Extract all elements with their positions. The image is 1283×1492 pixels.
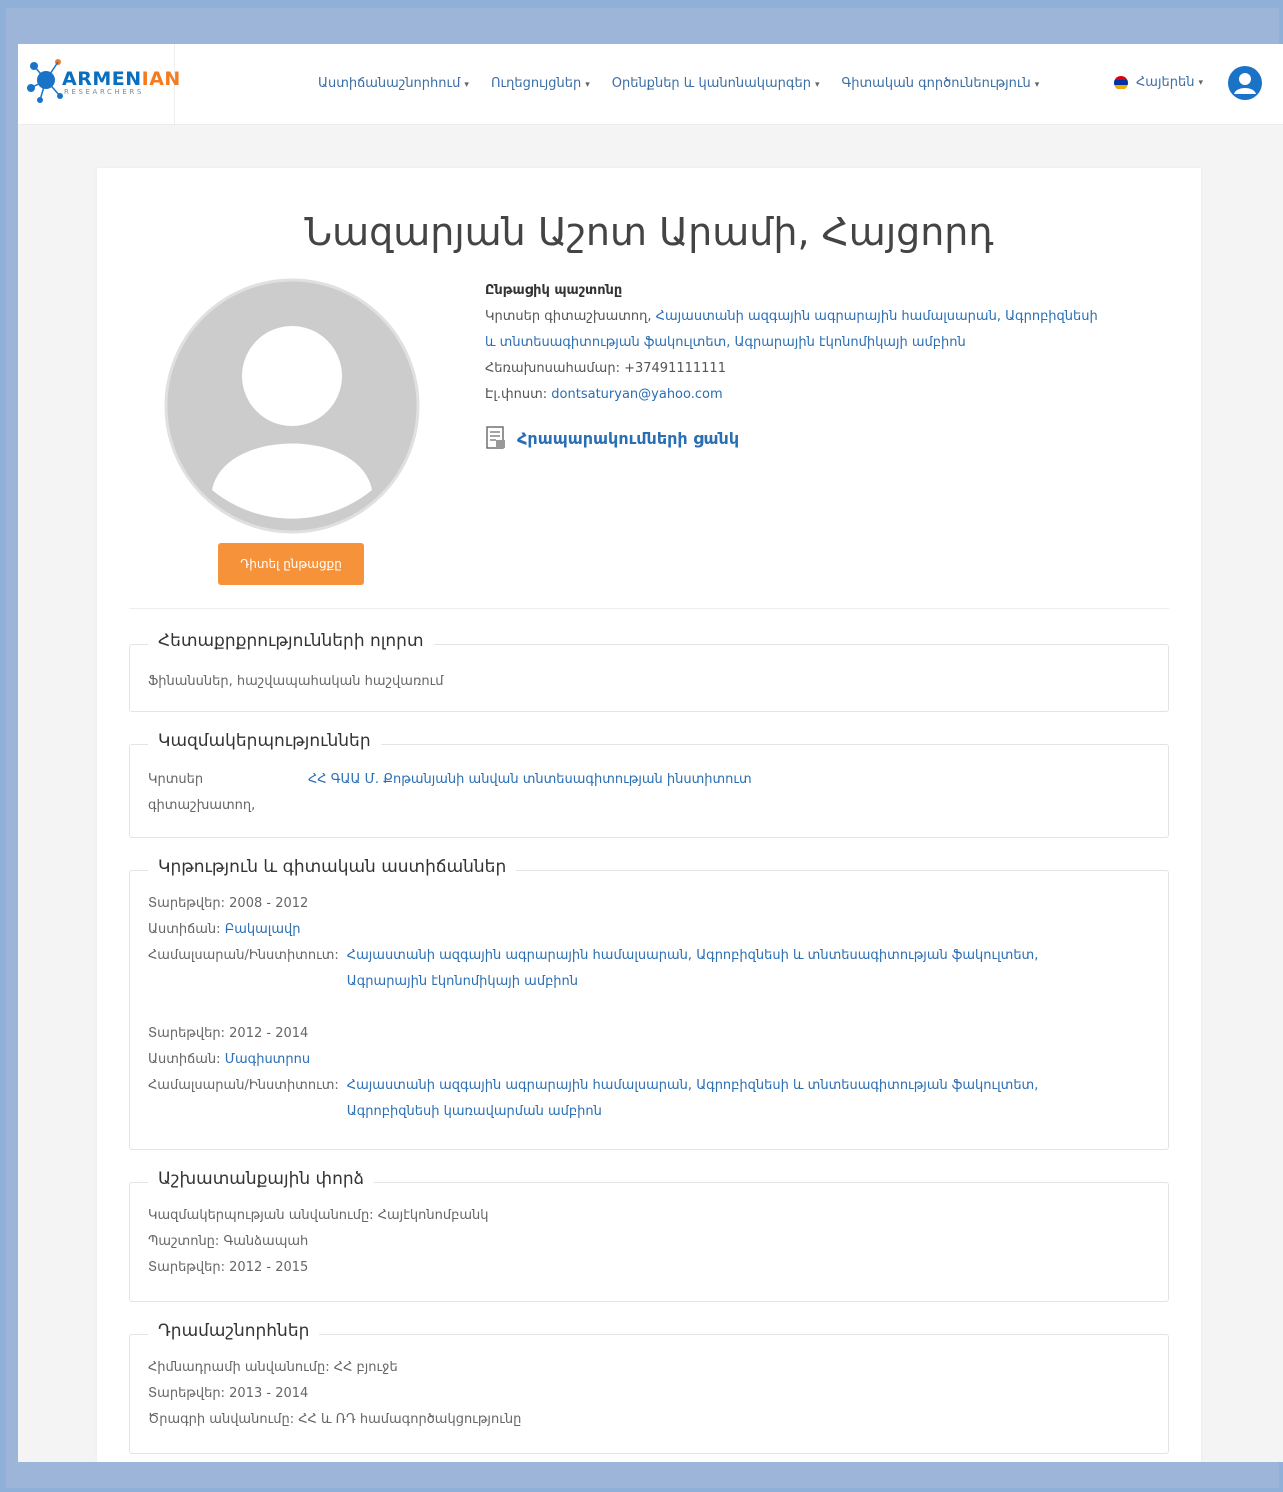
- grant-fund: ՀՀ բյուջե: [333, 1360, 398, 1375]
- education-years: 2008 - 2012: [229, 896, 309, 911]
- current-position-label: Ընթացիկ պաշտոնը: [485, 283, 623, 298]
- chevron-down-icon: ▾: [814, 80, 820, 90]
- education-section: Կրթություն և գիտական աստիճաններ Տարեթվեր…: [129, 857, 1169, 1150]
- publications-link[interactable]: Հրապարակումների ցանկ: [485, 426, 739, 450]
- language-label: Հայերեն: [1136, 75, 1195, 90]
- organization-row: Կրտսեր գիտաշխատող, ՀՀ ԳԱԱ Մ. Քոթանյանի ա…: [148, 767, 1150, 819]
- education-degree-link[interactable]: Մագիստրոս: [225, 1052, 310, 1067]
- organizations-title: Կազմակերպություններ: [148, 731, 381, 751]
- organization-link[interactable]: ՀՀ ԳԱԱ Մ. Քոթանյանի անվան տնտեսագիտությա…: [308, 767, 752, 819]
- document-icon: [486, 426, 505, 449]
- nav-item-laws[interactable]: Օրենքներ և կանոնակարգեր ▾: [612, 76, 820, 91]
- profile-card: Նազարյան Աշոտ Արամի, Հայցորդ Դիտել ընթաց…: [97, 168, 1201, 1462]
- position-institution-link[interactable]: Հայաստանի ազգային ագրարային համալսարան, …: [656, 309, 1098, 324]
- grants-section: Դրամաշնորհներ Հիմնադրամի անվանումը: ՀՀ բ…: [129, 1321, 1169, 1454]
- email-row: Էլ.փոստ: dontsaturyan@yahoo.com: [485, 387, 723, 402]
- work-years: 2012 - 2015: [229, 1260, 309, 1275]
- interests-section: Հետաքրքրությունների ոլորտ Ֆինանսներ, հաշ…: [129, 631, 1169, 712]
- nav-item-degree[interactable]: Աստիճանաշնորհում ▾: [318, 76, 469, 91]
- education-entry: Տարեթվեր: 2012 - 2014 Աստիճան: Մագիստրոս…: [148, 1021, 1150, 1125]
- grant-years: 2013 - 2014: [229, 1386, 309, 1401]
- interests-title: Հետաքրքրությունների ոլորտ: [148, 631, 434, 651]
- page: ARMENIAN RESEARCHERS Աստիճանաշնորհում ▾ Ո…: [18, 44, 1283, 1462]
- language-selector[interactable]: Հայերեն ▾: [1114, 75, 1203, 90]
- education-institution-link[interactable]: Հայաստանի ազգային ագրարային համալսարան, …: [347, 1073, 1039, 1099]
- phone-row: Հեռախոսահամար: +37491111111: [485, 361, 726, 376]
- work-section: Աշխատանքային փորձ Կազմակերպության անվանո…: [129, 1169, 1169, 1302]
- work-title: Աշխատանքային փորձ: [148, 1169, 374, 1189]
- position-institution-link-cont[interactable]: և տնտեսագիտության ֆակուլտետ, Ագրարային է…: [485, 330, 1185, 356]
- email-link[interactable]: dontsaturyan@yahoo.com: [551, 387, 722, 402]
- org-role-cont: գիտաշխատող,: [148, 798, 256, 813]
- education-institution-link[interactable]: Հայաստանի ազգային ագրարային համալսարան, …: [347, 943, 1039, 969]
- logo-text: ARMENIAN: [62, 68, 181, 90]
- organizations-section: Կազմակերպություններ Կրտսեր գիտաշխատող, Հ…: [129, 731, 1169, 838]
- navbar: ARMENIAN RESEARCHERS Աստիճանաշնորհում ▾ Ո…: [18, 44, 1283, 125]
- main-nav: Աստիճանաշնորհում ▾ Ուղեցույցներ ▾ Օրենքներ…: [318, 76, 1061, 91]
- work-organization: Հայէկոնոմբանկ: [377, 1208, 489, 1223]
- divider: [129, 608, 1169, 609]
- phone-value: +37491111111: [624, 361, 726, 376]
- researcher-name: Նազարյան Աշոտ Արամի, Հայցորդ: [304, 210, 994, 254]
- avatar: [164, 278, 420, 534]
- work-position: Գանձապահ: [223, 1234, 309, 1249]
- user-account-icon[interactable]: [1228, 66, 1262, 100]
- chevron-down-icon: ▾: [585, 80, 590, 90]
- profile-info: Ընթացիկ պաշտոնը Կրտսեր գիտաշխատող, Հայաս…: [485, 278, 1185, 408]
- current-position: Կրտսեր գիտաշխատող, Հայաստանի ազգային ագր…: [485, 309, 1098, 324]
- chevron-down-icon: ▾: [464, 80, 469, 90]
- view-progress-button[interactable]: Դիտել ընթացքը: [218, 543, 364, 585]
- grant-program: ՀՀ և ՌԴ համագործակցությունը: [298, 1412, 522, 1427]
- org-role: Կրտսեր: [148, 772, 204, 787]
- interests-text: Ֆինանսներ, հաշվապահական հաշվառում: [148, 674, 444, 689]
- education-years: 2012 - 2014: [229, 1026, 309, 1041]
- nav-item-guides[interactable]: Ուղեցույցներ ▾: [491, 76, 590, 91]
- chevron-down-icon: ▾: [1198, 77, 1203, 88]
- logo-subtitle: RESEARCHERS: [64, 88, 144, 96]
- logo[interactable]: ARMENIAN RESEARCHERS: [18, 44, 180, 124]
- nav-item-science[interactable]: Գիտական գործունեություն ▾: [841, 76, 1039, 91]
- education-title: Կրթություն և գիտական աստիճաններ: [148, 857, 517, 877]
- education-department-link[interactable]: Ագրոբիզնեսի կառավարման ամբիոն: [347, 1099, 1039, 1125]
- armenian-flag-icon: [1114, 75, 1128, 90]
- chevron-down-icon: ▾: [1034, 80, 1040, 90]
- education-degree-link[interactable]: Բակալավր: [225, 922, 301, 937]
- grants-title: Դրամաշնորհներ: [148, 1321, 320, 1341]
- education-entry: Տարեթվեր: 2008 - 2012 Աստիճան: Բակալավր …: [148, 891, 1150, 995]
- education-department-link[interactable]: Ագրարային էկոնոմիկայի ամբիոն: [347, 969, 1039, 995]
